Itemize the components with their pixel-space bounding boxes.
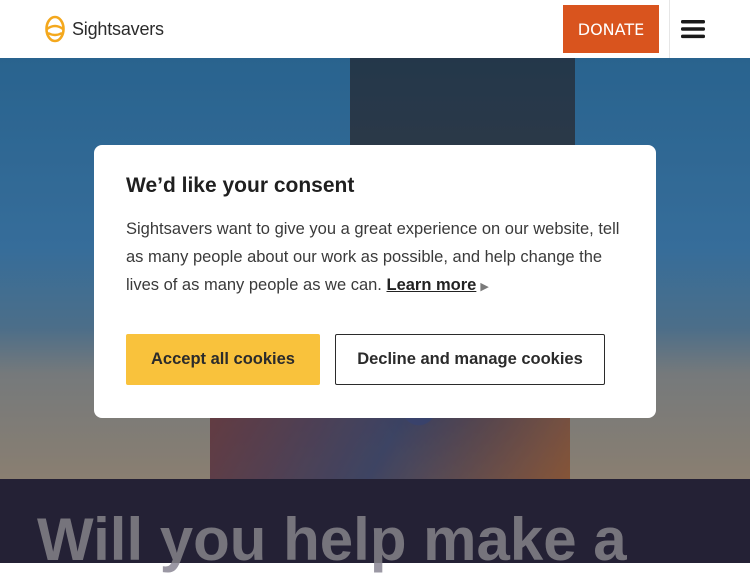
play-arrow-icon: ▶: [480, 281, 489, 293]
logo[interactable]: Sightsavers: [44, 14, 164, 44]
sightsavers-logo-icon: [45, 15, 65, 43]
donate-button[interactable]: DONATE: [563, 5, 659, 53]
dialog-body: Sightsavers want to give you a great exp…: [126, 215, 626, 301]
site-header: Sightsavers DONATE: [0, 0, 750, 58]
learn-more-link[interactable]: Learn more: [386, 276, 476, 294]
menu-button[interactable]: [670, 0, 716, 58]
cookie-consent-dialog: We’d like your consent Sightsavers want …: [94, 145, 656, 418]
hamburger-menu-icon: [681, 20, 705, 39]
dialog-body-text: Sightsavers want to give you a great exp…: [126, 220, 620, 294]
brand-name: Sightsavers: [72, 18, 164, 39]
decline-cookies-button[interactable]: Decline and manage cookies: [335, 334, 605, 385]
accept-cookies-button[interactable]: Accept all cookies: [126, 334, 320, 385]
dialog-title: We’d like your consent: [126, 174, 355, 197]
